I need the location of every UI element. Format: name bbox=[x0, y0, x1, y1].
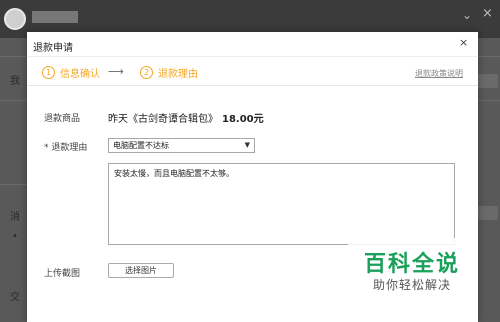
watermark-subtitle: 助你轻松解决 bbox=[373, 278, 452, 292]
step-number-1: 1 bbox=[42, 66, 55, 79]
choose-image-button[interactable]: 选择图片 bbox=[108, 263, 174, 278]
dropdown-arrow-icon: ▼ bbox=[244, 141, 250, 149]
step-label: 退款理由 bbox=[158, 69, 198, 80]
dialog-header: 退款申请 × bbox=[27, 32, 478, 56]
step-info-confirm: 1 信息确认 bbox=[42, 65, 100, 80]
upload-label: 上传截图 bbox=[44, 269, 81, 279]
step-arrow-icon: ⟶ bbox=[108, 65, 124, 78]
background-side-label: 消 bbox=[10, 212, 20, 223]
divider bbox=[0, 100, 28, 101]
reason-select[interactable]: 电脑配置不达标 ▼ bbox=[108, 138, 255, 153]
step-label: 信息确认 bbox=[60, 69, 100, 80]
reason-textarea[interactable]: 安装太慢，而且电脑配置不太够。 bbox=[108, 163, 455, 245]
divider bbox=[0, 184, 28, 185]
reason-label: * 退款理由 bbox=[44, 143, 88, 153]
reason-selected-value: 电脑配置不达标 bbox=[113, 141, 169, 150]
window-close-icon[interactable]: × bbox=[482, 6, 493, 21]
product-label: 退款商品 bbox=[44, 114, 81, 124]
watermark: 百科全说 助你轻松解决 bbox=[348, 238, 460, 296]
step-refund-reason: 2 退款理由 bbox=[140, 65, 198, 80]
dialog-title: 退款申请 bbox=[33, 43, 73, 54]
steps-bar: 1 信息确认 ⟶ 2 退款理由 退款政策说明 bbox=[27, 56, 478, 86]
background-side-label: 我 bbox=[10, 76, 20, 87]
watermark-title: 百科全说 bbox=[364, 252, 461, 277]
divider bbox=[0, 56, 28, 57]
close-icon[interactable]: × bbox=[459, 36, 468, 49]
chevron-down-icon[interactable]: ⌄ bbox=[462, 8, 472, 22]
bullet-dot-icon: • bbox=[12, 231, 18, 242]
username-blurred bbox=[32, 11, 78, 23]
refund-policy-link[interactable]: 退款政策说明 bbox=[415, 68, 463, 79]
product-name: 昨天《古剑奇谭合辑包》 bbox=[108, 114, 218, 125]
product-value: 昨天《古剑奇谭合辑包》 18.00元 bbox=[108, 110, 264, 125]
product-price: 18.00元 bbox=[222, 114, 264, 125]
user-avatar bbox=[4, 8, 26, 30]
background-side-label: 交 bbox=[10, 292, 20, 303]
step-number-2: 2 bbox=[140, 66, 153, 79]
